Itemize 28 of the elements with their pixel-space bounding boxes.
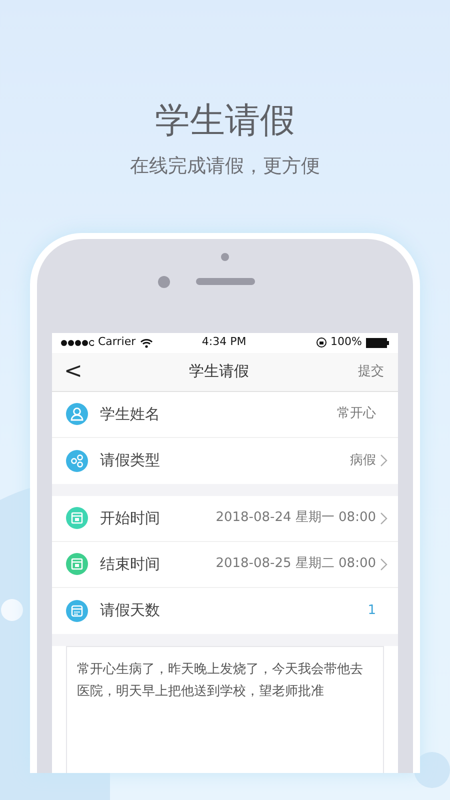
battery-text: 100% bbox=[330, 334, 362, 350]
field-label: 结束时间 bbox=[100, 554, 161, 575]
submit-button[interactable]: 提交 bbox=[352, 362, 390, 382]
field-value: 1 bbox=[368, 602, 376, 620]
back-button[interactable]: < bbox=[60, 360, 86, 382]
bubble-drawing bbox=[1, 599, 23, 621]
nav-title: 学生请假 bbox=[188, 361, 250, 382]
promo-subtitle: 在线完成请假，更方便 bbox=[130, 154, 320, 179]
carrier-text: Carrier bbox=[98, 334, 136, 350]
field-label: 学生姓名 bbox=[100, 404, 161, 425]
reason-text-area[interactable]: 常开心生病了，昨天晚上发烧了，今天我会带他去医院，明天早上把他送到学校，望老师批准 bbox=[66, 646, 384, 772]
field-value: 病假 bbox=[350, 452, 376, 470]
battery-icon bbox=[366, 338, 390, 348]
chevron-icon bbox=[380, 558, 388, 570]
chevron-icon bbox=[380, 454, 388, 467]
field-label: 开始时间 bbox=[100, 508, 161, 529]
bubble-drawing bbox=[414, 752, 450, 788]
signal-icon bbox=[60, 338, 94, 346]
field-value: 2018-08-24 星期一 08:00 bbox=[216, 509, 376, 528]
rotation-lock-icon bbox=[316, 337, 327, 348]
time-text: 4:34 PM bbox=[200, 334, 248, 350]
wifi-icon bbox=[140, 338, 153, 348]
field-value: 2018-08-25 星期二 08:00 bbox=[216, 555, 376, 574]
field-label: 请假类型 bbox=[100, 450, 161, 472]
promo-title: 学生请假 bbox=[155, 100, 295, 142]
field-value: 常开心 bbox=[337, 404, 376, 422]
chevron-icon bbox=[380, 512, 388, 524]
field-label: 请假天数 bbox=[100, 600, 161, 622]
